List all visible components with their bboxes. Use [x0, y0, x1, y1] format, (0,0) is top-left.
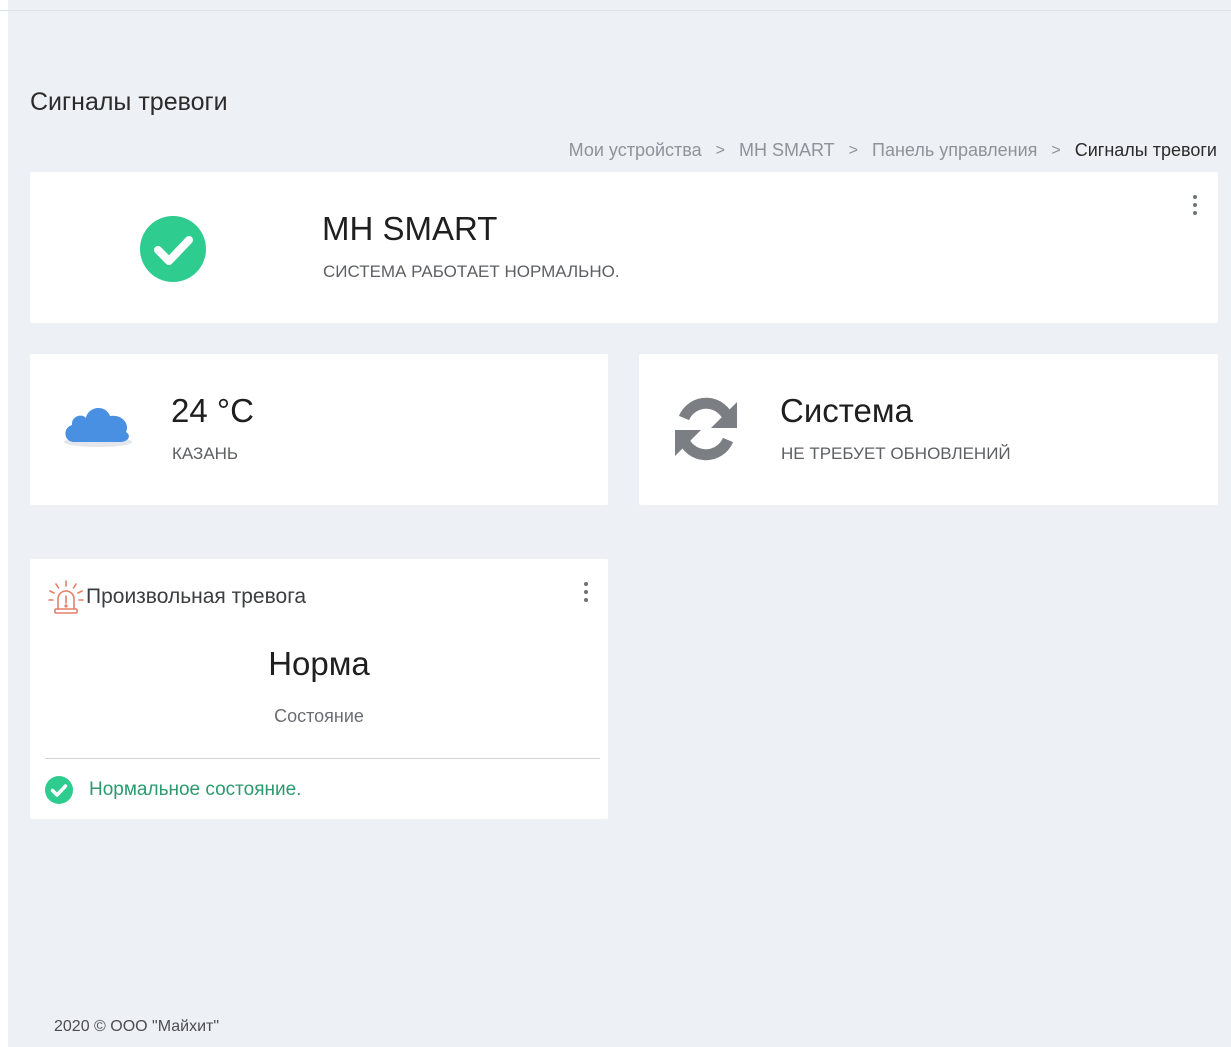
siren-icon — [48, 580, 84, 614]
check-circle-icon — [45, 776, 73, 804]
device-status-text: СИСТЕМА РАБОТАЕТ НОРМАЛЬНО. — [323, 262, 620, 281]
breadcrumb-item-devices[interactable]: Мои устройства — [569, 140, 702, 161]
breadcrumb-item-device[interactable]: MH SMART — [739, 140, 835, 161]
check-circle-icon — [140, 216, 206, 282]
left-strip — [0, 0, 8, 1047]
alarm-footer: Нормальное состояние. — [45, 776, 301, 804]
device-name: MH SMART — [322, 210, 498, 247]
breadcrumb-item-current: Сигналы тревоги — [1074, 140, 1217, 160]
alarm-state-label: Состояние — [274, 706, 364, 726]
temperature-value: 24 °C — [171, 392, 254, 429]
city-name: КАЗАНЬ — [172, 444, 239, 463]
system-subtitle: НЕ ТРЕБУЕТ ОБНОВЛЕНИЙ — [781, 444, 1011, 463]
alarm-divider — [45, 758, 600, 759]
breadcrumb: Мои устройства > MH SMART > Панель управ… — [569, 140, 1217, 161]
device-status-card: MH SMART СИСТЕМА РАБОТАЕТ НОРМАЛЬНО. — [30, 172, 1218, 323]
cloud-icon — [64, 407, 132, 447]
breadcrumb-separator: > — [715, 141, 725, 159]
alarm-card: Произвольная тревога Норма Состояние Нор… — [30, 559, 608, 819]
page-title: Сигналы тревоги — [30, 88, 228, 116]
footer-copyright: 2020 © ООО "Майхит" — [54, 1018, 220, 1035]
breadcrumb-separator: > — [1051, 141, 1061, 159]
alarm-menu-icon[interactable] — [580, 579, 592, 605]
alarm-title: Произвольная тревога — [86, 585, 307, 608]
alarm-state-value: Норма — [268, 645, 370, 682]
weather-card: 24 °C КАЗАНЬ — [30, 354, 608, 505]
breadcrumb-item-control-panel[interactable]: Панель управления — [872, 140, 1037, 161]
top-divider — [0, 10, 1231, 11]
sync-icon — [675, 397, 737, 461]
alarm-footer-text: Нормальное состояние. — [89, 779, 302, 800]
alarm-header: Произвольная тревога — [46, 579, 306, 615]
breadcrumb-separator: > — [848, 141, 859, 159]
device-menu-icon[interactable] — [1189, 192, 1201, 218]
system-update-card: Система НЕ ТРЕБУЕТ ОБНОВЛЕНИЙ — [639, 354, 1218, 505]
system-title: Система — [780, 392, 913, 429]
